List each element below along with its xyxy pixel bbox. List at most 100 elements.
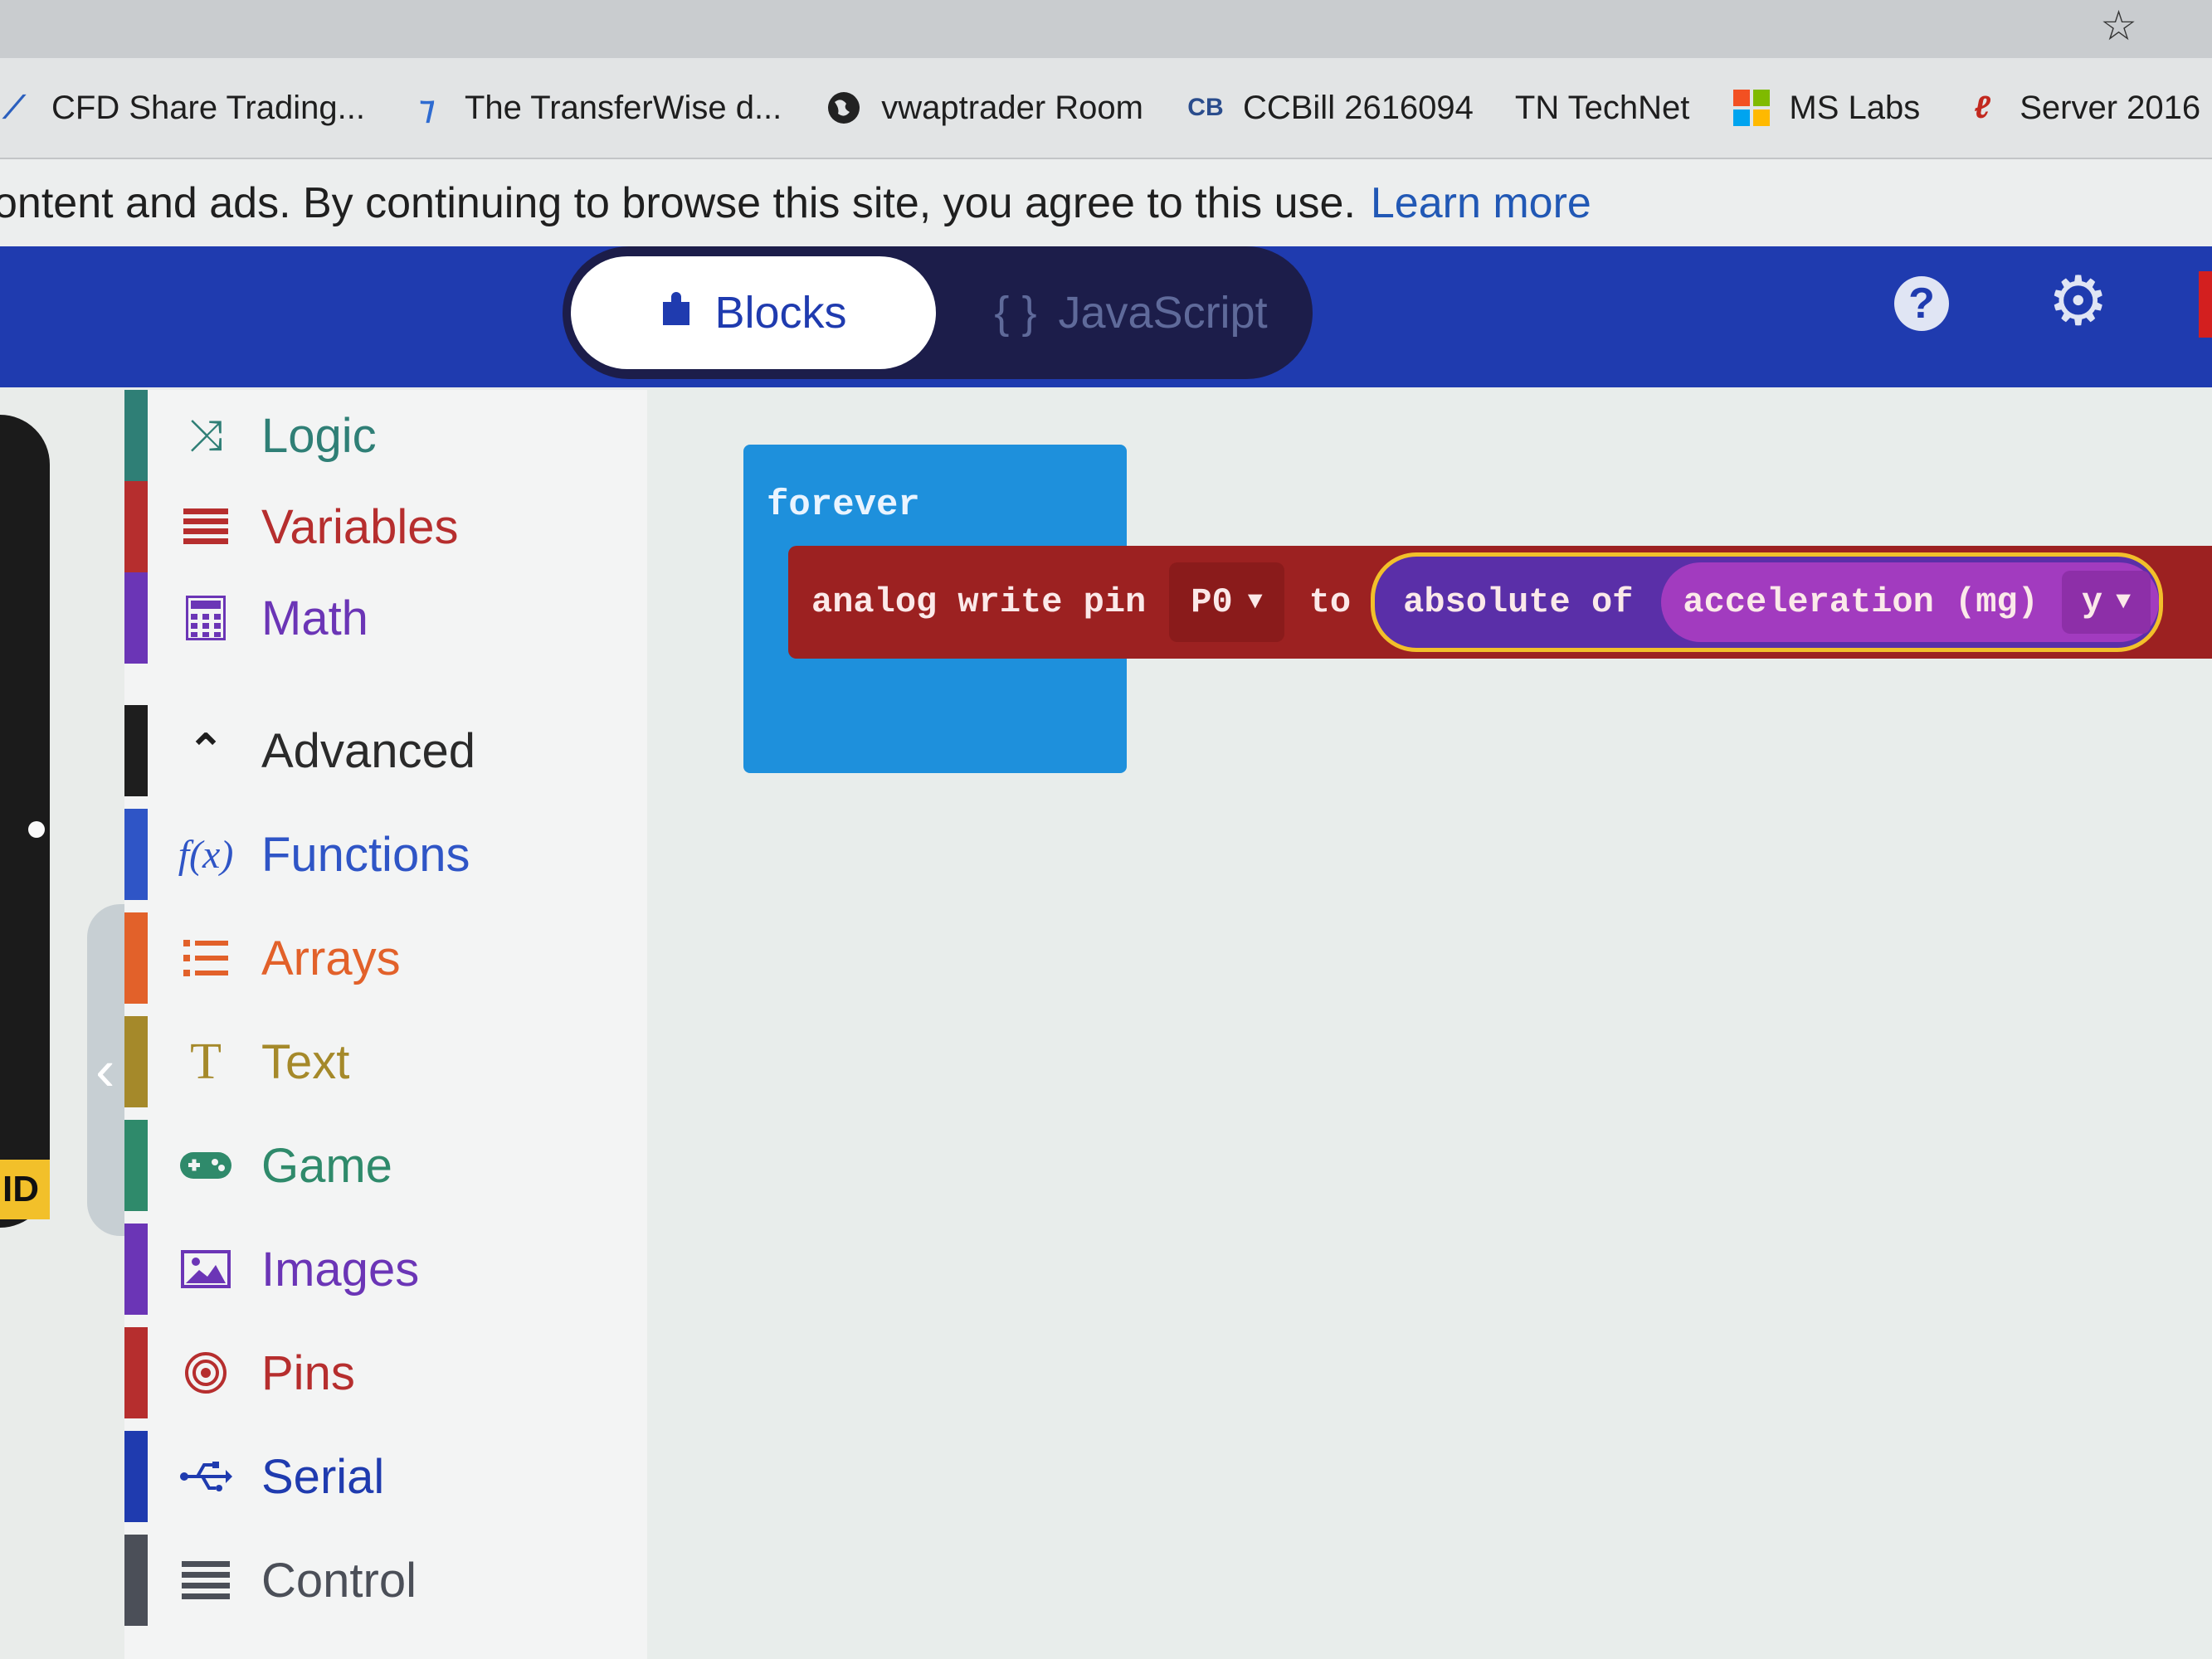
bookmark-ms-labs[interactable]: MS Labs xyxy=(1731,87,1920,129)
category-label: Text xyxy=(261,1034,350,1089)
bookmark-label: TN TechNet xyxy=(1514,89,1690,126)
editor-mode-toggle: Blocks { } JavaScript xyxy=(563,246,1313,379)
blocks-workspace[interactable]: forever analog write pin P0 ▼ to absolut… xyxy=(647,390,2212,1659)
category-label: Images xyxy=(261,1242,420,1297)
globe-icon xyxy=(823,87,865,129)
chart-icon: ⟋ xyxy=(2,90,26,125)
gear-icon[interactable]: ⚙ xyxy=(2048,268,2109,336)
shuffle-icon: ⤨ xyxy=(188,411,223,460)
bookmark-transferwise[interactable]: ⁊ The TransferWise d... xyxy=(407,87,782,129)
toolbox-category-variables[interactable]: Variables xyxy=(124,481,647,572)
toolbox-category-game[interactable]: Game xyxy=(124,1120,647,1211)
usb-icon xyxy=(173,1460,239,1493)
bookmark-technet[interactable]: TN TechNet xyxy=(1515,90,1689,127)
transferwise-icon: ⁊ xyxy=(419,90,436,126)
bookmark-label: CCBill 2616094 xyxy=(1242,89,1474,126)
category-color-stripe xyxy=(124,705,148,796)
bookmark-star-icon[interactable]: ☆ xyxy=(2100,2,2137,50)
chevron-up-icon: ⌃ xyxy=(188,727,224,775)
header-edge-accent xyxy=(2199,271,2212,338)
curly-braces-icon: { } xyxy=(994,288,1037,338)
category-color-stripe xyxy=(124,1224,148,1315)
bookmark-cfd[interactable]: ⟋ CFD Share Trading... xyxy=(0,87,365,129)
blocks-tab-label: Blocks xyxy=(714,288,847,338)
category-color-stripe xyxy=(124,1431,148,1522)
browser-tab-strip: ☆ xyxy=(0,0,2212,58)
absolute-of-label: absolute of xyxy=(1403,582,1634,622)
ccbill-icon: CB xyxy=(1187,94,1224,121)
acceleration-label: acceleration (mg) xyxy=(1683,582,2039,622)
control-icon xyxy=(173,1561,239,1599)
learn-more-link[interactable]: Learn more xyxy=(1371,178,1591,228)
javascript-tab-label: JavaScript xyxy=(1058,288,1268,338)
category-color-stripe xyxy=(124,390,148,481)
axis-dropdown[interactable]: y ▼ xyxy=(2061,571,2151,634)
blocks-tab[interactable]: Blocks xyxy=(571,256,936,369)
toolbox-category-serial[interactable]: Serial xyxy=(124,1431,647,1522)
category-label: Control xyxy=(261,1553,417,1608)
simulator-label: ID xyxy=(0,1160,50,1219)
bookmark-label: CFD Share Trading... xyxy=(51,89,365,126)
category-label: Arrays xyxy=(261,931,401,985)
gamepad-icon xyxy=(173,1151,239,1180)
bookmark-server-2016[interactable]: ℓ Server 2016 Beg xyxy=(1961,87,2212,129)
function-icon: f(x) xyxy=(178,832,234,877)
simulator-led-dot xyxy=(28,821,45,838)
category-label: Advanced xyxy=(261,723,475,778)
bookmark-ccbill[interactable]: CB CCBill 2616094 xyxy=(1185,87,1474,129)
image-icon xyxy=(173,1250,239,1288)
dropdown-arrow-icon: ▼ xyxy=(1247,588,1263,616)
toolbox-category-functions[interactable]: f(x) Functions xyxy=(124,809,647,900)
category-color-stripe xyxy=(124,1327,148,1418)
puzzle-piece-icon xyxy=(660,290,693,336)
acceleration-block[interactable]: acceleration (mg) y ▼ xyxy=(1661,562,2160,642)
toolbox-category-math[interactable]: Math xyxy=(124,572,647,664)
toolbox-category-control[interactable]: Control xyxy=(124,1535,647,1626)
category-label: Math xyxy=(261,591,368,645)
axis-dropdown-value: y xyxy=(2081,582,2103,622)
pin-dropdown-value: P0 xyxy=(1191,582,1233,622)
forever-block-label: forever xyxy=(767,484,920,526)
category-color-stripe xyxy=(124,912,148,1004)
bookmark-label: MS Labs xyxy=(1789,89,1921,126)
pin-dropdown[interactable]: P0 ▼ xyxy=(1169,562,1284,642)
toolbox: ⤨ Logic Variables Math ⌃ Advanced f(x) F… xyxy=(124,390,647,1659)
category-color-stripe xyxy=(124,481,148,572)
calculator-icon xyxy=(173,596,239,640)
help-icon[interactable]: ? xyxy=(1894,276,1949,331)
chevron-left-icon[interactable]: ‹ xyxy=(95,1041,114,1099)
category-color-stripe xyxy=(124,809,148,900)
absolute-of-block[interactable]: absolute of acceleration (mg) y ▼ xyxy=(1371,552,2164,652)
bookmark-label: The TransferWise d... xyxy=(464,89,782,126)
cookie-banner-text: ontent and ads. By continuing to browse … xyxy=(0,178,1356,227)
microsoft-icon xyxy=(1731,87,1772,129)
to-label: to xyxy=(1308,582,1352,622)
toolbox-category-logic[interactable]: ⤨ Logic xyxy=(124,390,647,481)
category-color-stripe xyxy=(124,572,148,664)
category-label: Functions xyxy=(261,827,470,882)
analog-write-pin-block[interactable]: analog write pin P0 ▼ to absolute of acc… xyxy=(788,546,2212,659)
toolbox-category-arrays[interactable]: Arrays xyxy=(124,912,647,1004)
toolbox-category-pins[interactable]: Pins xyxy=(124,1327,647,1418)
toolbox-category-text[interactable]: T Text xyxy=(124,1016,647,1107)
category-color-stripe xyxy=(124,1016,148,1107)
category-label: Game xyxy=(261,1138,392,1193)
category-label: Serial xyxy=(261,1449,385,1504)
toolbox-category-advanced[interactable]: ⌃ Advanced xyxy=(124,705,647,796)
javascript-tab[interactable]: { } JavaScript xyxy=(973,256,1289,369)
category-color-stripe xyxy=(124,1120,148,1211)
dropdown-arrow-icon: ▼ xyxy=(2116,588,2132,616)
analog-write-pin-label: analog write pin xyxy=(811,582,1147,622)
list-bars-icon xyxy=(173,508,239,545)
editor-header: Blocks { } JavaScript ? ⚙ xyxy=(0,246,2212,387)
category-color-stripe xyxy=(124,1535,148,1626)
bookmark-vwaptrader[interactable]: vwaptrader Room xyxy=(823,87,1143,129)
category-label: Variables xyxy=(261,499,459,554)
toolbox-category-images[interactable]: Images xyxy=(124,1224,647,1315)
bookmark-label: vwaptrader Room xyxy=(881,89,1143,126)
forever-block-mouth xyxy=(743,566,793,698)
simulator-device-edge xyxy=(0,415,50,1228)
target-icon xyxy=(173,1351,239,1394)
bookmark-label: Server 2016 Beg xyxy=(2020,89,2212,126)
category-label: Logic xyxy=(261,408,377,463)
